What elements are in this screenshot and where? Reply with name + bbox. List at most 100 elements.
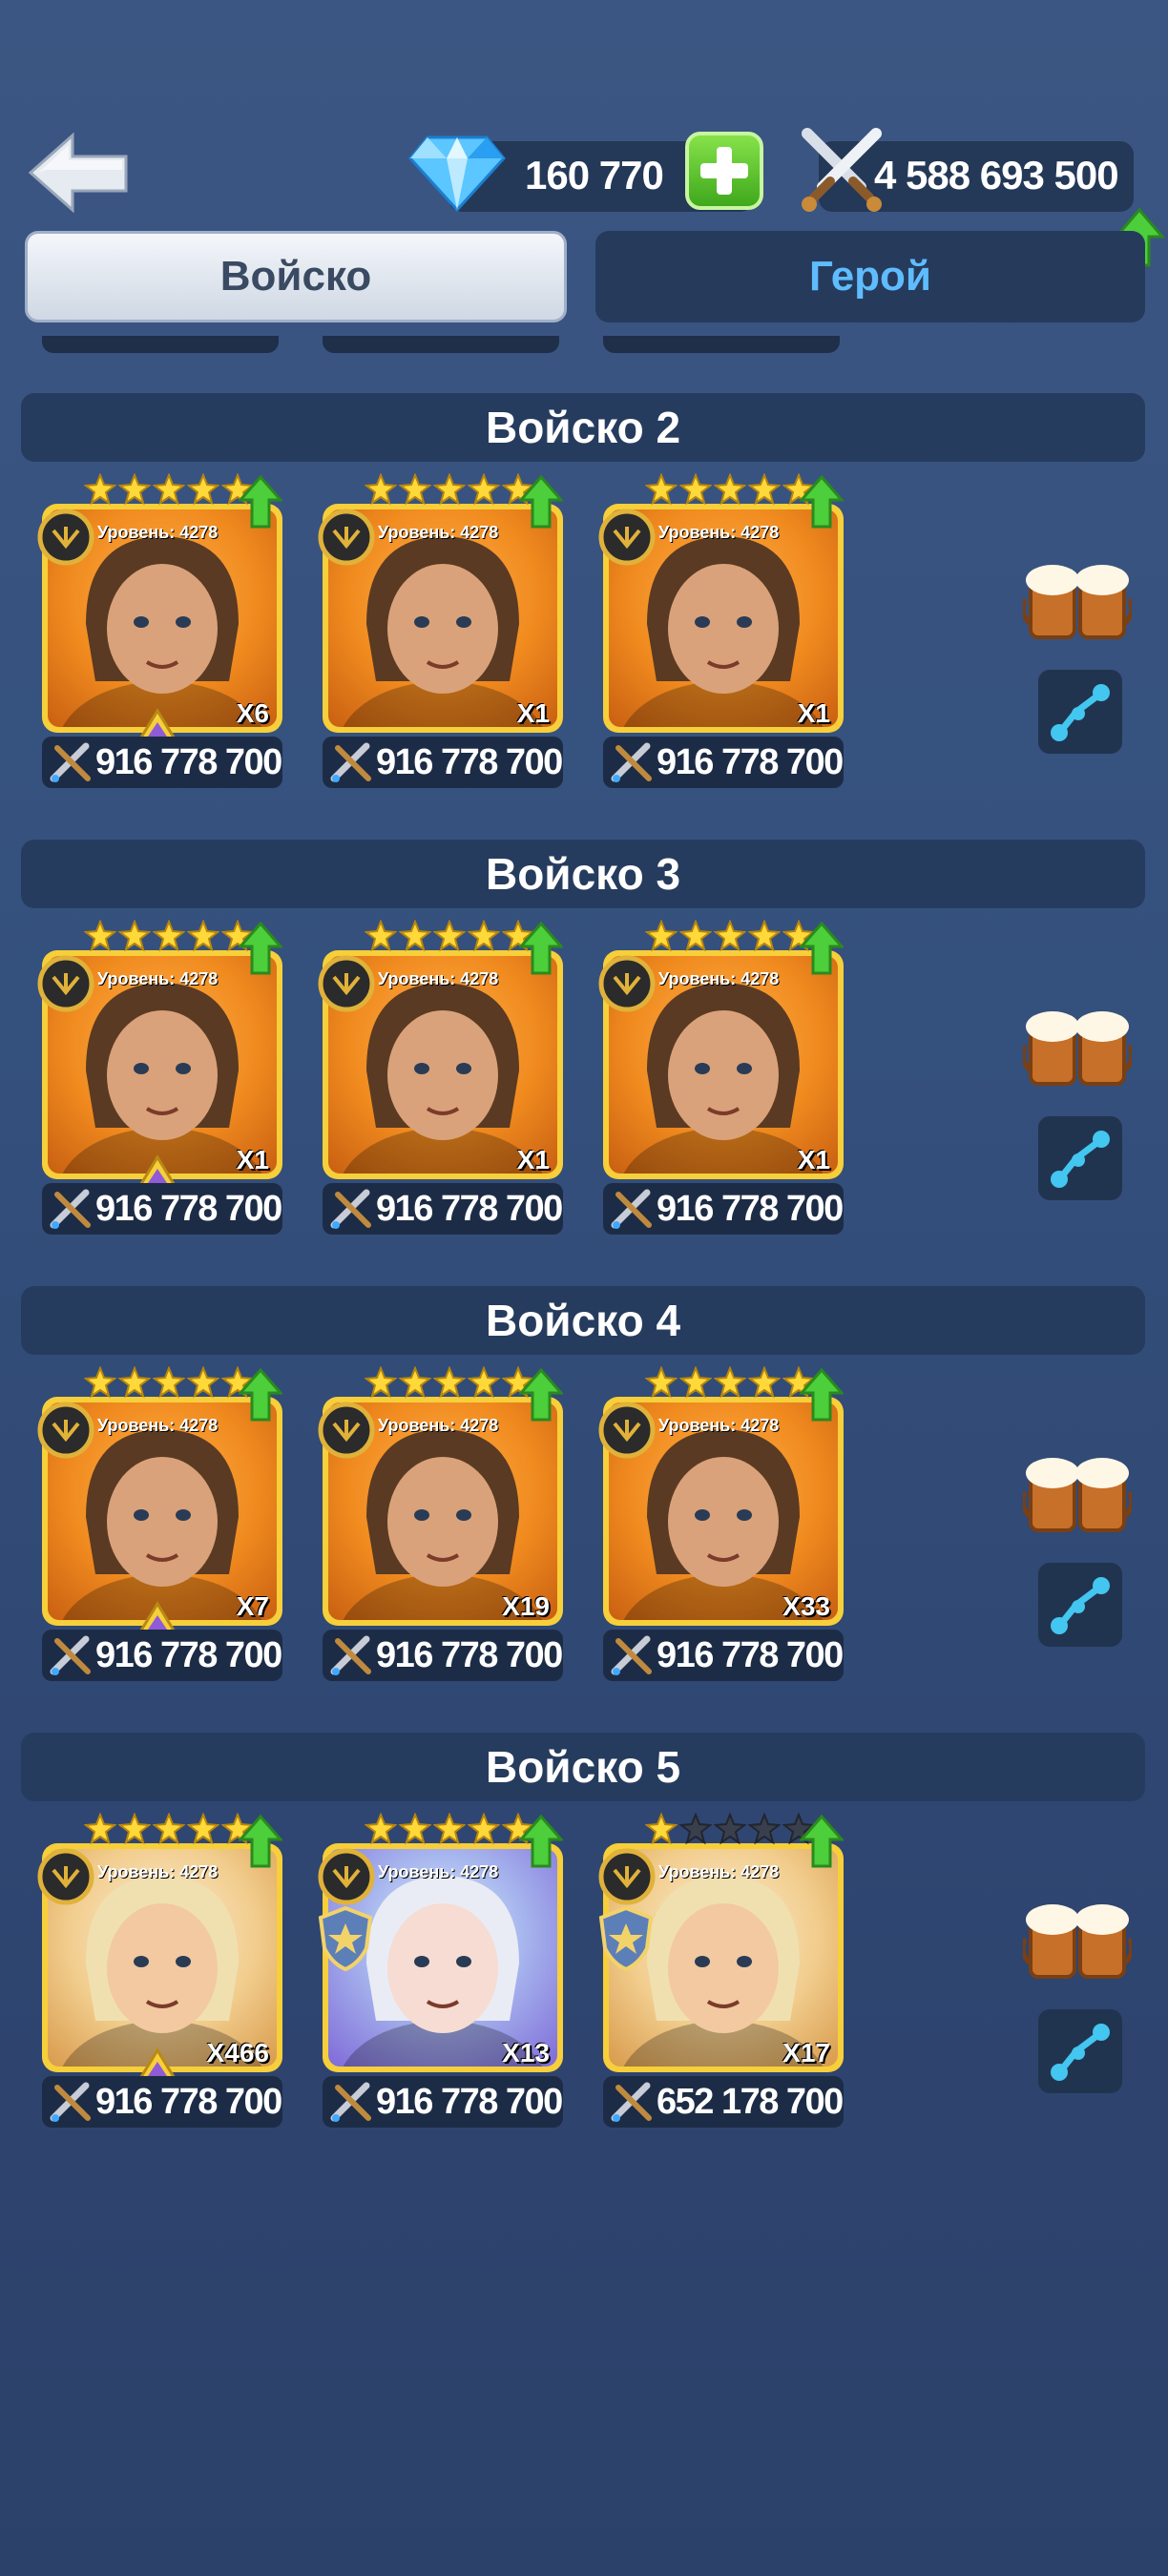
hero-count: X13 [502,2038,550,2067]
hero-card[interactable]: Уровень: 4278 X6 916 778 700 [37,473,282,788]
crossed-weapons-icon [48,1187,95,1231]
faction-emblem-icon [36,1847,95,1906]
plus-icon [700,147,748,195]
star-rating [84,920,254,958]
hero-level: Уровень: 4278 [378,1862,499,1881]
star-rating [645,1366,815,1404]
link-button[interactable] [1038,1563,1122,1647]
link-button[interactable] [1038,1116,1122,1200]
hero-card[interactable]: Уровень: 4278 X19 916 778 700 [318,1366,563,1681]
star-rating [365,473,534,511]
green-up-arrow-icon[interactable] [519,475,563,529]
star-icon [399,920,431,952]
star-icon [365,920,397,952]
star-icon [187,1813,219,1845]
star-icon [679,473,712,506]
tab-hero[interactable]: Герой [595,231,1145,322]
gem-amount: 160 770 [525,153,664,197]
star-icon [84,473,116,506]
hero-power-bar: 916 778 700 [323,1183,563,1235]
shield-badge-icon [597,1904,655,1971]
hero-level: Уровень: 4278 [97,969,219,988]
link-button[interactable] [1038,670,1122,754]
star-rating [365,1813,534,1851]
hero-power-value: 916 778 700 [657,1635,844,1675]
hero-card[interactable]: Уровень: 4278 X1 916 778 700 [598,473,844,788]
hero-card[interactable]: Уровень: 4278 X1 916 778 700 [318,920,563,1235]
back-button[interactable] [27,132,132,214]
hero-power-value: 916 778 700 [95,742,282,782]
hero-card[interactable]: Уровень: 4278 X1 916 778 700 [598,920,844,1235]
squad-title: Войско 3 [485,849,681,899]
crossed-weapons-icon [328,1187,376,1231]
hero-power-bar: 916 778 700 [42,2076,282,2128]
beer-mugs-icon[interactable] [1023,1004,1132,1090]
star-icon [399,1366,431,1399]
star-icon [433,920,466,952]
hero-card[interactable]: Уровень: 4278 X33 916 778 700 [598,1366,844,1681]
faction-emblem-icon [317,954,376,1013]
hero-count: X1 [797,698,830,728]
link-button[interactable] [1038,2009,1122,2093]
shield-badge-icon [317,1904,374,1971]
hero-count: X1 [236,1145,269,1174]
hero-card[interactable]: Уровень: 4278 X7 916 778 700 [37,1366,282,1681]
green-up-arrow-icon[interactable] [239,475,282,529]
hero-level: Уровень: 4278 [97,1862,219,1881]
squad-header: Войско 5 [21,1733,1145,1801]
hero-power-value: 916 778 700 [376,2082,563,2122]
green-up-arrow-icon[interactable] [800,475,844,529]
hero-power-value: 916 778 700 [95,2082,282,2122]
hero-count: X33 [782,1591,830,1621]
green-up-arrow-icon[interactable] [800,1815,844,1868]
crossed-swords-icon [794,126,889,218]
hero-power-value: 916 778 700 [95,1635,282,1675]
star-icon [645,1366,678,1399]
hero-card[interactable]: Уровень: 4278 X466 916 778 700 [37,1813,282,2128]
hero-card[interactable]: Уровень: 4278 X1 916 778 700 [37,920,282,1235]
green-up-arrow-icon[interactable] [239,1368,282,1422]
star-icon [84,1813,116,1845]
faction-emblem-icon [597,1401,657,1460]
squad-header: Войско 4 [21,1286,1145,1355]
card-stub [42,336,279,353]
hero-power-bar: 916 778 700 [603,737,844,788]
green-up-arrow-icon[interactable] [519,1815,563,1868]
star-icon [468,1813,500,1845]
crossed-weapons-icon [609,1187,657,1231]
star-icon [645,473,678,506]
green-up-arrow-icon[interactable] [239,922,282,975]
star-icon [748,920,781,952]
hero-card[interactable]: Уровень: 4278 X13 916 778 700 [318,1813,563,2128]
hero-power-bar: 916 778 700 [603,1183,844,1235]
hero-power-bar: 916 778 700 [603,1630,844,1681]
card-stub [603,336,840,353]
hero-count: X466 [206,2038,269,2067]
green-up-arrow-icon[interactable] [519,922,563,975]
star-icon [468,1366,500,1399]
tab-army[interactable]: Войско [25,231,567,322]
star-icon [748,473,781,506]
faction-emblem-icon [317,508,376,567]
faction-emblem-icon [36,508,95,567]
star-icon [399,1813,431,1845]
hero-card[interactable]: Уровень: 4278 X17 652 178 700 [598,1813,844,2128]
faction-emblem-icon [317,1401,376,1460]
star-icon [153,920,185,952]
beer-mugs-icon[interactable] [1023,1450,1132,1536]
star-icon [187,1366,219,1399]
add-gems-button[interactable] [685,132,763,210]
green-up-arrow-icon[interactable] [800,1368,844,1422]
faction-emblem-icon [597,1847,657,1906]
green-up-arrow-icon[interactable] [800,922,844,975]
star-icon [84,1366,116,1399]
squad-header: Войско 2 [21,393,1145,462]
hero-power-bar: 916 778 700 [323,2076,563,2128]
beer-mugs-icon[interactable] [1023,557,1132,643]
green-up-arrow-icon[interactable] [519,1368,563,1422]
green-up-arrow-icon[interactable] [239,1815,282,1868]
hero-card[interactable]: Уровень: 4278 X1 916 778 700 [318,473,563,788]
star-icon [365,1813,397,1845]
crossed-weapons-icon [328,1633,376,1677]
beer-mugs-icon[interactable] [1023,1897,1132,1983]
